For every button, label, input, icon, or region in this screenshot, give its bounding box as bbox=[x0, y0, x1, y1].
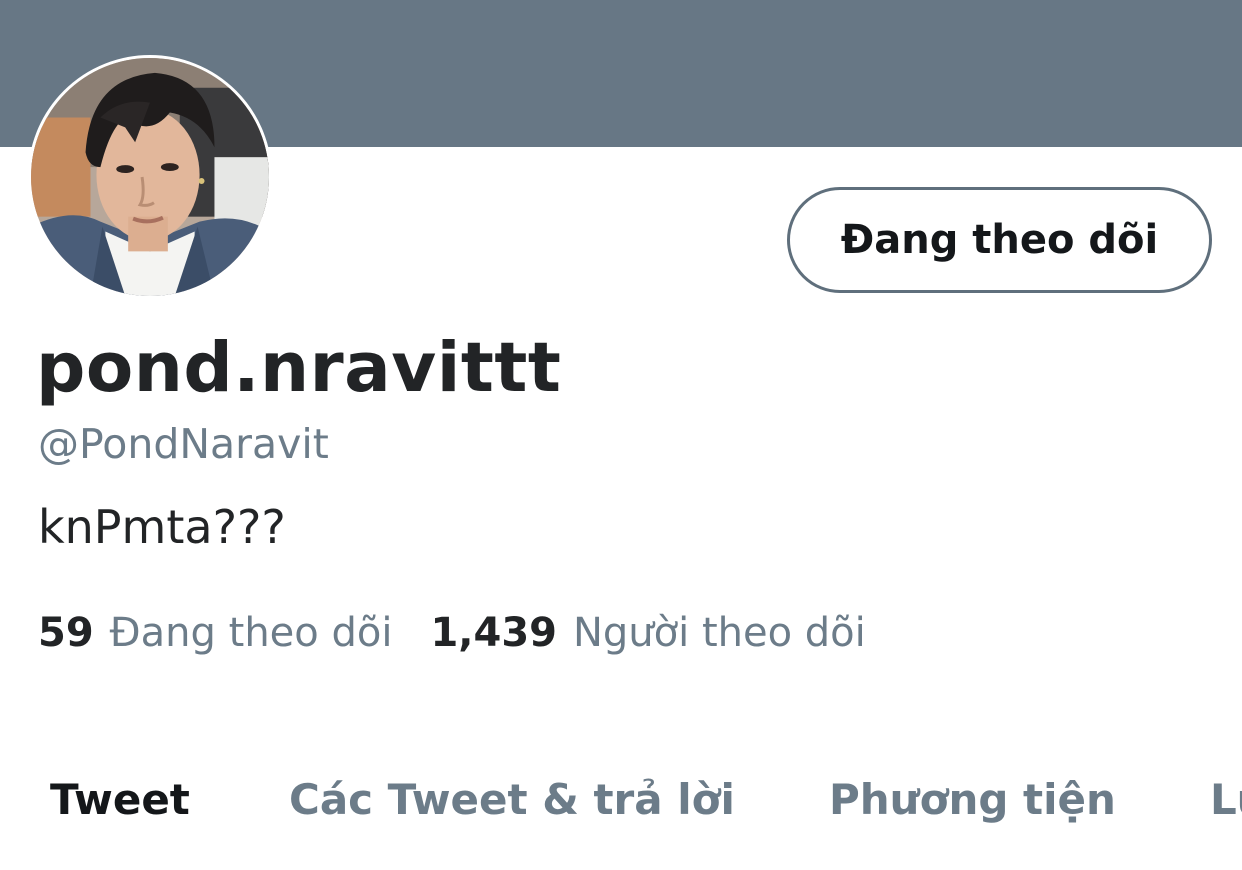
display-name: pond.nravittt bbox=[36, 328, 562, 408]
profile-tabs: Tweet Các Tweet & trả lời Phương tiện Lư bbox=[0, 775, 1242, 845]
followers-stat[interactable]: 1,439 Người theo dõi bbox=[430, 610, 865, 656]
profile-page: Đang theo dõi pond.nravittt @PondNaravit… bbox=[0, 0, 1242, 870]
following-stat[interactable]: 59 Đang theo dõi bbox=[38, 610, 392, 656]
profile-bio: knPmta??? bbox=[38, 500, 286, 554]
tab-tweets[interactable]: Tweet bbox=[50, 775, 190, 824]
followers-label: Người theo dõi bbox=[572, 610, 866, 656]
profile-avatar[interactable] bbox=[28, 55, 272, 299]
following-count: 59 bbox=[38, 610, 94, 656]
followers-count: 1,439 bbox=[430, 610, 557, 656]
tab-tweets-and-replies[interactable]: Các Tweet & trả lời bbox=[289, 775, 735, 824]
avatar-photo bbox=[31, 58, 269, 296]
following-label: Đang theo dõi bbox=[109, 610, 393, 656]
tab-media[interactable]: Phương tiện bbox=[829, 775, 1116, 824]
profile-stats: 59 Đang theo dõi 1,439 Người theo dõi bbox=[38, 610, 866, 656]
user-handle: @PondNaravit bbox=[38, 420, 329, 468]
tab-likes[interactable]: Lư bbox=[1210, 775, 1242, 824]
following-button[interactable]: Đang theo dõi bbox=[787, 187, 1212, 293]
